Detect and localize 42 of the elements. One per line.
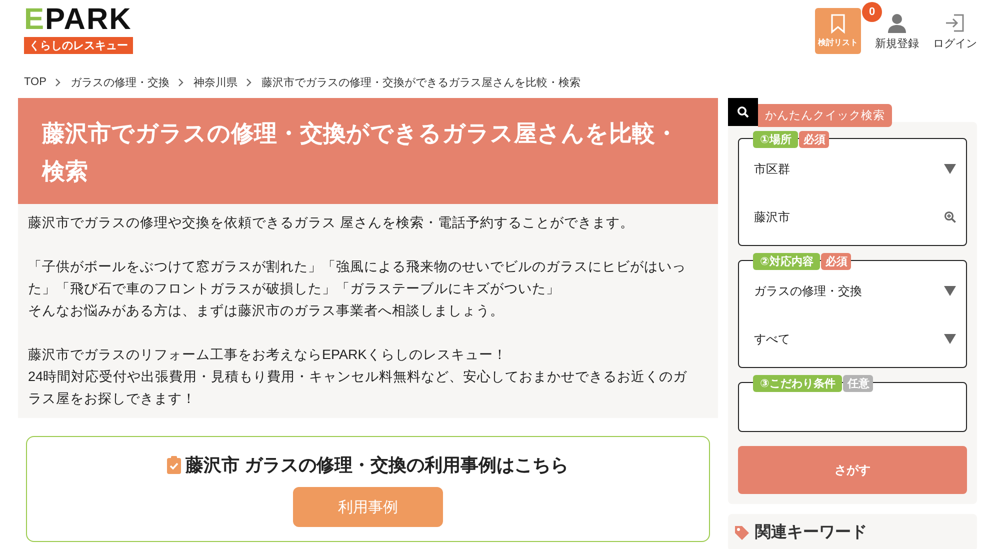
logo[interactable]: EPARK bbox=[24, 6, 132, 34]
person-icon bbox=[887, 13, 907, 33]
dropdown-arrow-icon bbox=[944, 286, 956, 296]
breadcrumb-link[interactable]: 神奈川県 bbox=[193, 74, 238, 90]
select-field[interactable]: すべて bbox=[739, 315, 966, 363]
group-label: ②対応内容 bbox=[753, 253, 820, 270]
select-field[interactable]: ガラスの修理・交換 bbox=[739, 267, 966, 315]
intro-text: た」「飛び石で車のフロントガラスが破損した」「ガラステーブルにキズがついた」 bbox=[28, 280, 561, 298]
requirement-tag: 必須 bbox=[799, 131, 830, 148]
dropdown-arrow-icon bbox=[944, 334, 956, 344]
quick-search-title: かんたんクイック検索 bbox=[758, 104, 892, 127]
logo-tagline: くらしのレスキュー bbox=[24, 37, 133, 54]
requirement-tag: 任意 bbox=[843, 375, 874, 392]
intro-text: 「子供がボールをぶつけて窓ガラスが割れた」「強風による飛来物のせいでビルのガラスにヒビがはいっ bbox=[28, 258, 687, 276]
requirement-tag: 必須 bbox=[821, 253, 852, 270]
breadcrumb-link[interactable]: ガラスの修理・交換 bbox=[70, 74, 170, 90]
breadcrumb-current: 藤沢市でガラスの修理・交換ができるガラス屋さんを比較・検索 bbox=[261, 76, 580, 90]
tag-icon bbox=[734, 524, 750, 540]
group-label: ③こだわり条件 bbox=[753, 375, 842, 392]
intro-text: 24時間対応受付や出張費用・見積もり費用・キャンセル料無料など、安心しておまかせできるお近くのガ bbox=[28, 368, 688, 386]
dropdown-arrow-icon bbox=[944, 164, 956, 174]
chevron-icon bbox=[246, 78, 252, 86]
search-icon bbox=[737, 106, 749, 118]
login-button[interactable]: ログイン bbox=[933, 8, 977, 51]
breadcrumb-link[interactable]: TOP bbox=[24, 76, 46, 88]
intro-text: 藤沢市でガラスの修理や交換を依頼できるガラス 屋さんを検索・電話予約することができます。 bbox=[28, 214, 635, 232]
keywords-heading: 関連キーワード bbox=[755, 522, 867, 543]
count-badge: 0 bbox=[862, 2, 882, 22]
intro-text: そんなお悩みがある方は、まずは藤沢市のガラス事業者へ相談しましょう。 bbox=[28, 302, 505, 320]
chevron-icon bbox=[178, 78, 184, 86]
page-title: 藤沢市でガラスの修理・交換ができるガラス屋さんを比較・ 検索 bbox=[18, 98, 718, 204]
select-field[interactable]: 市区群 bbox=[739, 145, 966, 193]
intro-text: 藤沢市でガラスのリフォーム工事をお考えならEPARKくらしのレスキュー！ bbox=[28, 346, 508, 364]
intro-text: ラス屋をお探しできます！ bbox=[28, 390, 197, 408]
case-heading: 藤沢市 ガラスの修理・交換の利用事例はこちら bbox=[185, 454, 568, 477]
chevron-icon bbox=[55, 78, 62, 86]
group-label: ①場所 bbox=[753, 131, 798, 148]
bookmark-icon bbox=[830, 14, 846, 34]
clipboard-check-icon bbox=[167, 456, 182, 474]
zoom-in-icon bbox=[944, 211, 956, 223]
search-field[interactable]: 藤沢市 bbox=[739, 193, 966, 241]
login-icon bbox=[945, 13, 965, 33]
